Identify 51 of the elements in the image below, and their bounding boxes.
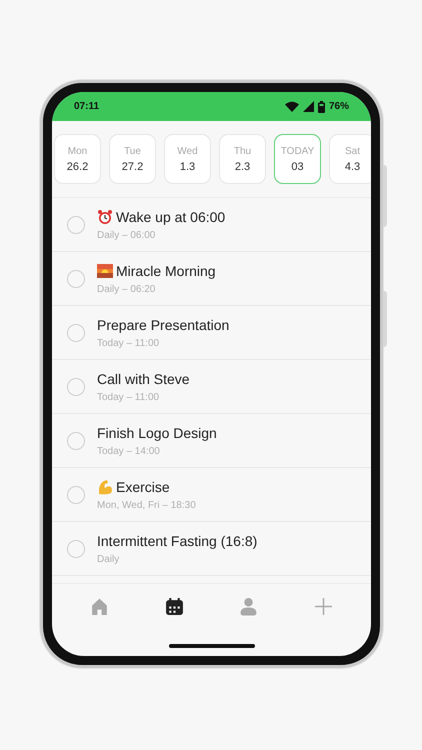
task-title: Intermittent Fasting (16:8) — [97, 532, 258, 548]
status-time: 07:11 — [74, 101, 100, 112]
day-card[interactable]: TODAY 03 — [274, 134, 321, 184]
checkbox[interactable] — [67, 486, 85, 504]
date-label: 1.3 — [180, 160, 196, 172]
task-schedule: Daily – 06:00 — [97, 230, 156, 240]
weekday-label: Wed — [177, 146, 198, 156]
task-schedule: Today – 11:00 — [97, 338, 160, 348]
day-card[interactable]: Tue 27.2 — [109, 134, 156, 184]
battery-percentage: 76% — [328, 101, 349, 112]
weekday-label: Tue — [124, 146, 141, 156]
add-icon[interactable] — [314, 596, 334, 616]
task-schedule: Daily — [97, 554, 120, 564]
task-title: Call with Steve — [97, 370, 190, 386]
task-schedule: Today – 14:00 — [97, 446, 161, 456]
task-title: Prepare Presentation — [97, 316, 230, 332]
task-schedule: Daily – 06:20 — [97, 284, 156, 294]
checkbox[interactable] — [67, 432, 85, 450]
day-card[interactable]: Mon 26.2 — [54, 134, 101, 184]
checkbox[interactable] — [67, 270, 85, 288]
task-title: Miracle Morning — [116, 262, 216, 278]
home-icon[interactable] — [90, 596, 109, 616]
day-card[interactable]: Thu 2.3 — [219, 134, 266, 184]
weekday-label: TODAY — [280, 146, 314, 156]
weekday-label: Thu — [234, 146, 252, 156]
date-label: 26.2 — [66, 160, 88, 172]
task-title: Finish Logo Design — [97, 424, 217, 440]
task-title: Wake up at 06:00 — [116, 208, 226, 224]
calendar-icon[interactable] — [164, 596, 184, 616]
signal-icon — [302, 101, 314, 112]
weekday-label: Mon — [68, 146, 88, 156]
checkbox[interactable] — [67, 216, 85, 234]
date-label: 03 — [291, 160, 304, 172]
checkbox[interactable] — [67, 540, 85, 558]
task-title: Exercise — [116, 478, 170, 494]
task-schedule: Mon, Wed, Fri – 18:30 — [97, 500, 196, 510]
date-label: 27.2 — [122, 160, 144, 172]
profile-icon[interactable] — [239, 596, 258, 616]
date-label: 4.3 — [344, 160, 360, 172]
flexed-arm-icon — [97, 478, 113, 494]
checkbox[interactable] — [67, 324, 85, 342]
weekday-label: Sat — [344, 146, 360, 156]
alarm-clock-icon — [97, 208, 113, 224]
day-card[interactable]: Sat 4.3 — [329, 134, 371, 184]
day-card[interactable]: Wed 1.3 — [164, 134, 211, 184]
wifi-icon — [284, 101, 299, 112]
battery-icon — [318, 100, 325, 112]
checkbox[interactable] — [67, 378, 85, 396]
sunrise-icon — [97, 262, 113, 278]
task-schedule: Today – 11:00 — [97, 392, 160, 402]
date-label: 2.3 — [234, 160, 250, 172]
